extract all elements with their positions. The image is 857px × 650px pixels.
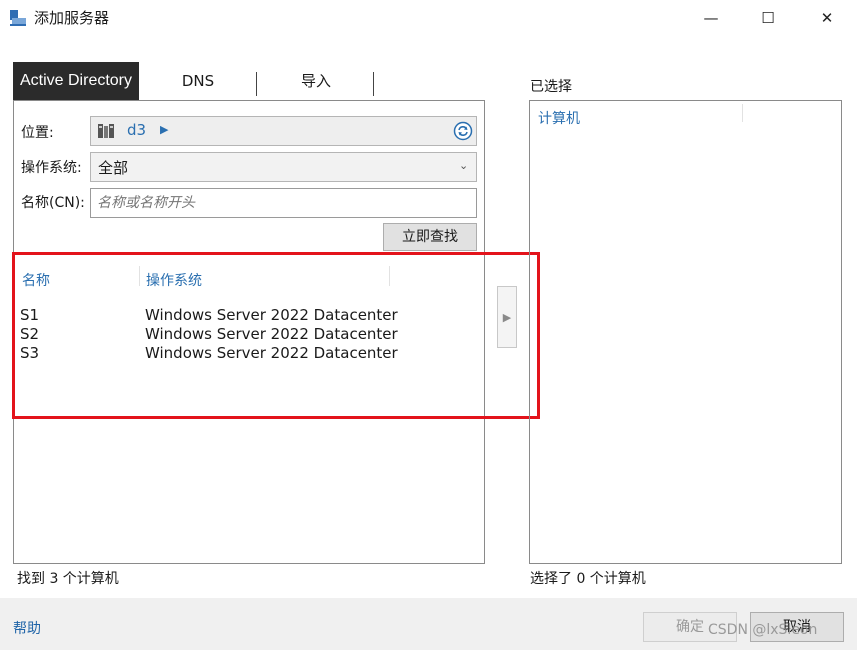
search-now-button[interactable]: 立即查找 — [383, 223, 477, 251]
play-arrow-icon: ▶ — [502, 310, 512, 324]
os-select[interactable]: 全部 ⌄ — [90, 152, 477, 182]
os-label: 操作系统: — [21, 160, 82, 176]
tab-import[interactable]: 导入 — [268, 62, 364, 100]
selected-panel — [529, 100, 842, 564]
domain-icon — [97, 122, 115, 144]
maximize-button[interactable]: ☐ — [745, 0, 791, 36]
tab-divider — [256, 72, 257, 96]
column-header-computer[interactable]: 计算机 — [538, 108, 580, 128]
tab-dns[interactable]: DNS — [150, 62, 246, 100]
window-title: 添加服务器 — [34, 9, 110, 27]
close-button[interactable]: ✕ — [804, 0, 850, 36]
selected-count-status: 选择了 0 个计算机 — [530, 571, 646, 587]
name-input[interactable] — [90, 188, 477, 218]
help-link[interactable]: 帮助 — [13, 618, 41, 638]
tab-active-directory[interactable]: Active Directory — [13, 62, 139, 100]
location-label: 位置: — [21, 125, 54, 141]
os-select-value: 全部 — [98, 159, 129, 177]
breadcrumb-arrow-icon[interactable]: ▶ — [160, 123, 168, 136]
minimize-button[interactable]: — — [688, 0, 734, 36]
location-field[interactable]: d3 ▶ — [90, 116, 477, 146]
add-to-selection-button[interactable]: ▶ — [497, 286, 517, 348]
refresh-icon[interactable] — [453, 121, 473, 145]
tab-divider — [373, 72, 374, 96]
selected-title: 已选择 — [530, 79, 572, 95]
highlight-frame — [12, 252, 540, 419]
name-label: 名称(CN): — [21, 195, 85, 211]
chevron-down-icon: ⌄ — [459, 159, 469, 172]
location-value: d3 — [127, 121, 147, 139]
column-divider — [742, 104, 743, 122]
watermark: CSDN @lxSleon — [708, 622, 818, 638]
found-count-status: 找到 3 个计算机 — [17, 571, 119, 587]
server-icon — [9, 9, 27, 27]
